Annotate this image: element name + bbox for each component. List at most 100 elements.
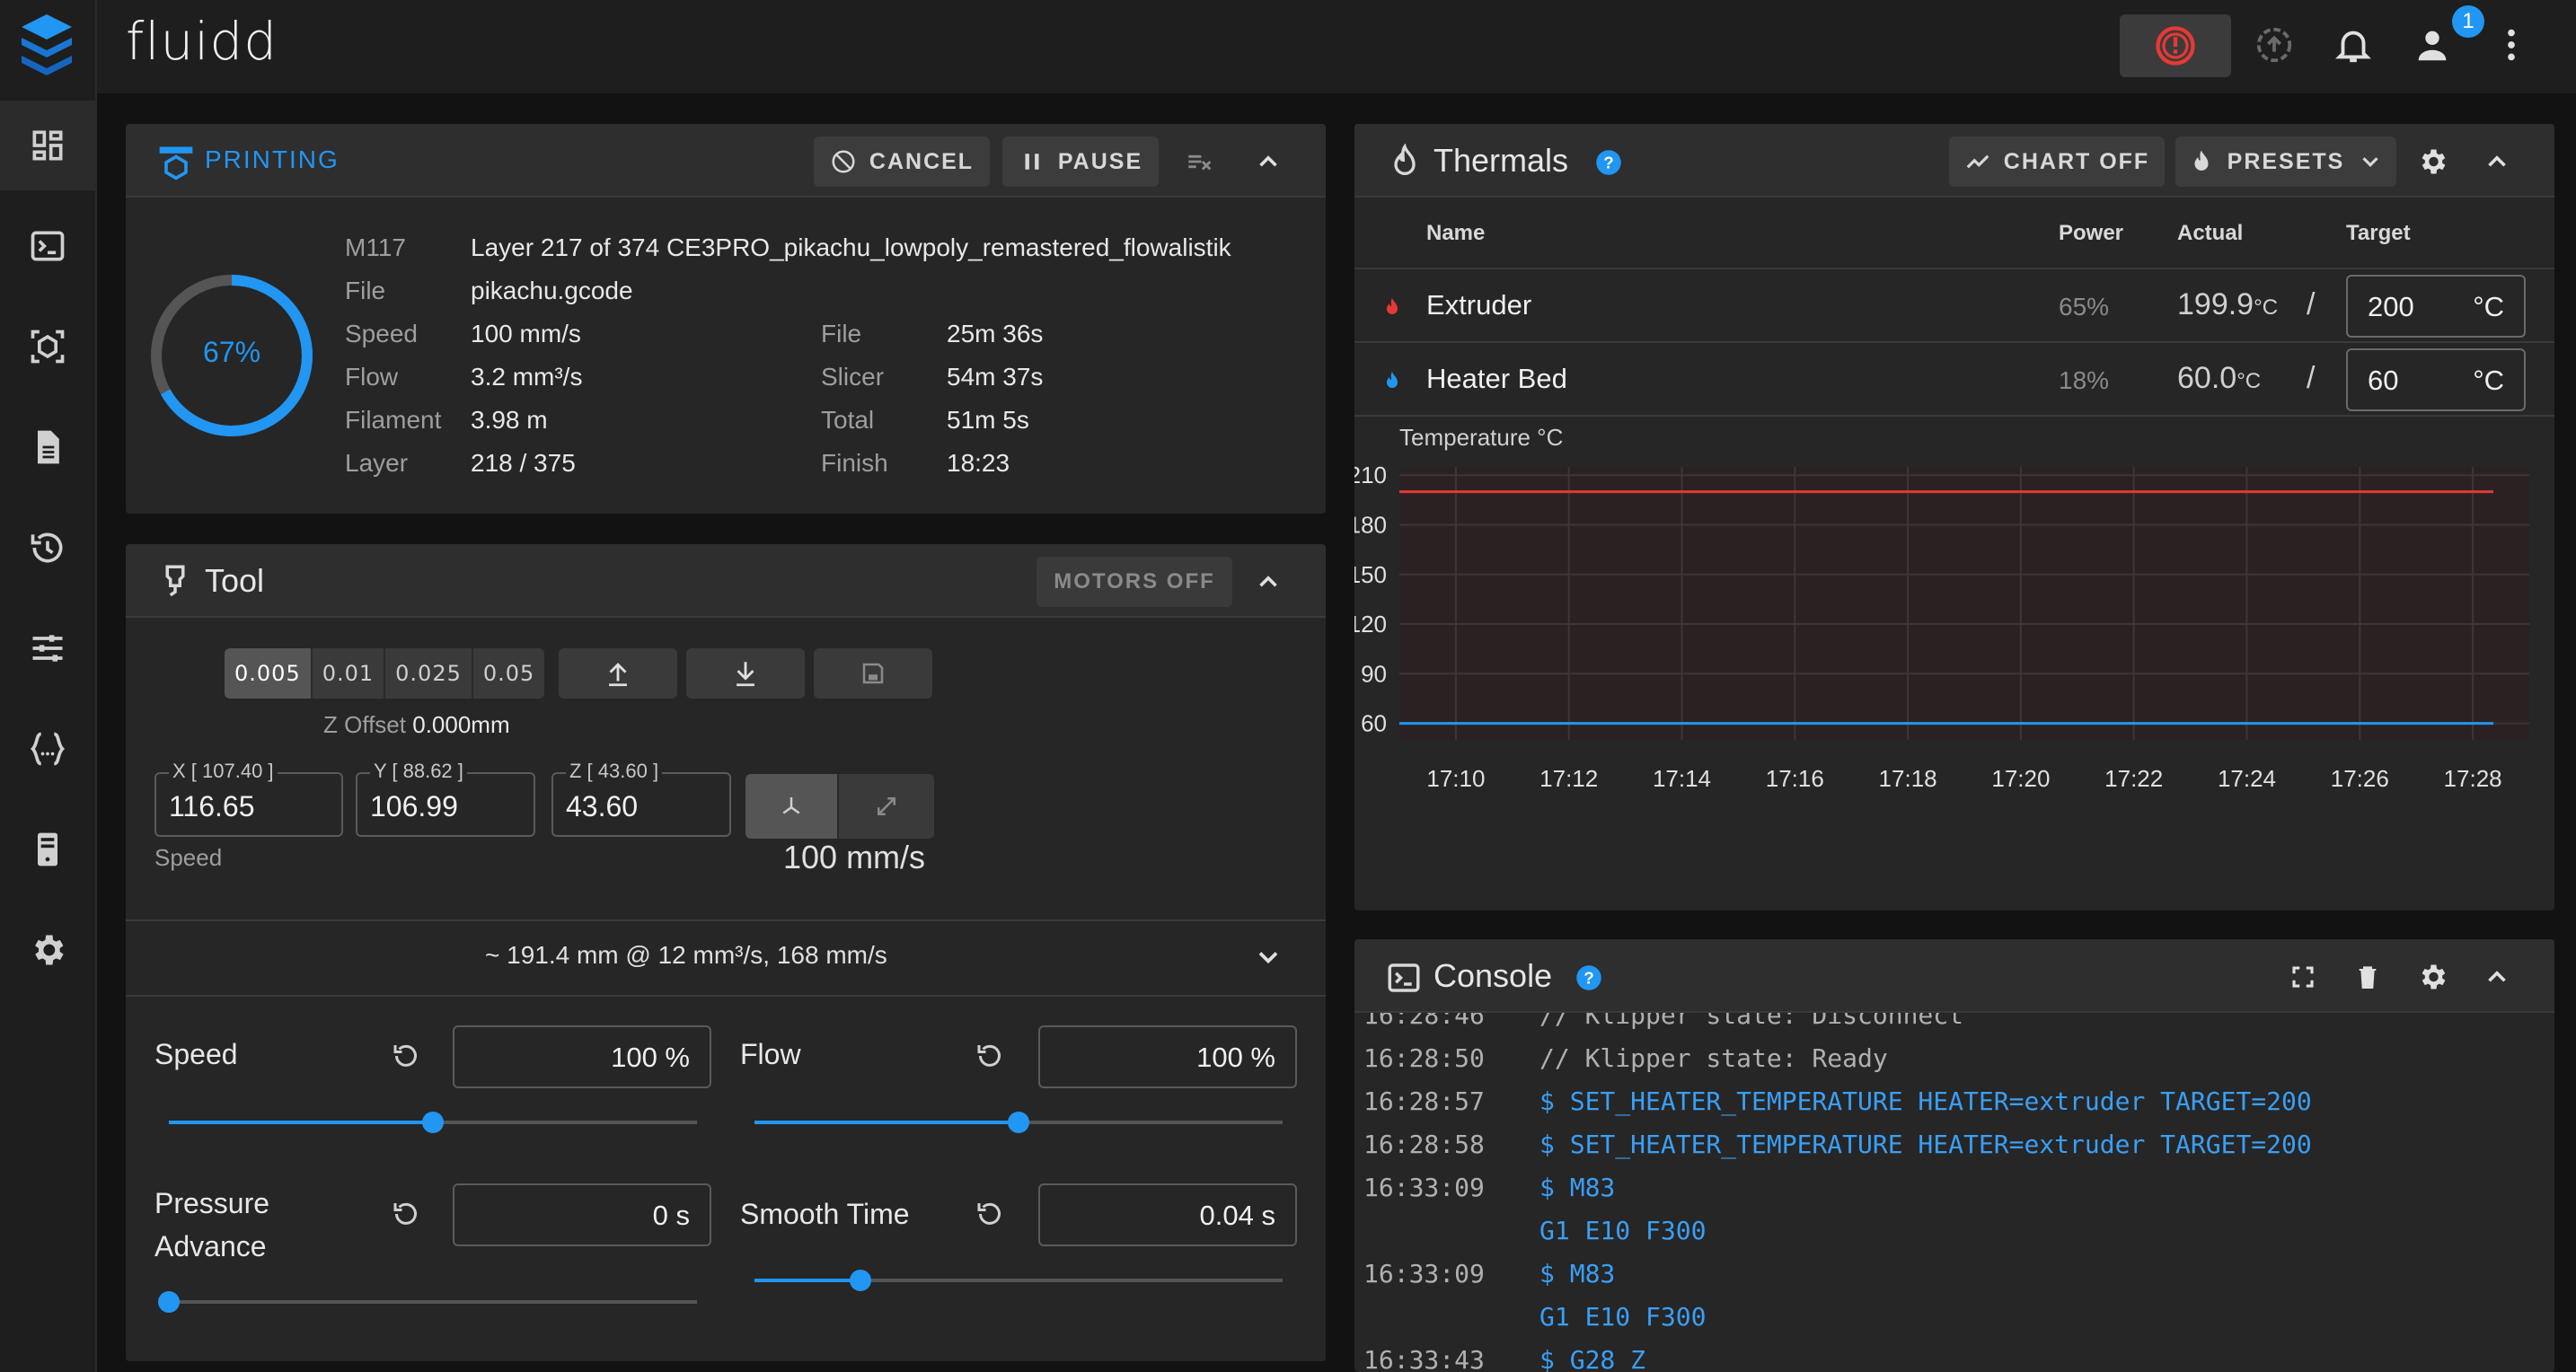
- z-up-button[interactable]: [559, 648, 677, 699]
- fluidd-logo-icon[interactable]: [16, 11, 77, 79]
- tune-icon: [32, 635, 63, 662]
- sidebar-item-tune[interactable]: [0, 603, 95, 693]
- exclude-objects-icon: [1188, 154, 1212, 171]
- sidebar-item-dashboard[interactable]: [0, 101, 95, 190]
- console-output[interactable]: 16:28:46// Klipper state: Disconnect 16:2…: [1354, 1013, 2554, 1372]
- dots-vertical-icon: [2508, 29, 2515, 61]
- console-settings-button[interactable]: [2413, 957, 2452, 997]
- col-actual-header: Actual: [2177, 221, 2244, 245]
- sidebar-item-jobs[interactable]: [0, 402, 95, 492]
- sidebar-item-history[interactable]: [0, 503, 95, 593]
- console-command[interactable]: G1 E10 F300: [1539, 1302, 1706, 1332]
- relative-move-button[interactable]: [745, 774, 839, 839]
- x-position-field[interactable]: X [ 107.40 ] 116.65: [154, 760, 343, 837]
- console-command[interactable]: $ M83: [1539, 1173, 1615, 1202]
- tool-icon: [165, 565, 185, 597]
- slider-fill: [754, 1279, 860, 1282]
- sidebar-item-system[interactable]: [0, 805, 95, 894]
- y-position-field[interactable]: Y [ 88.62 ] 106.99: [356, 760, 535, 837]
- speed-factor-slider[interactable]: [169, 1112, 697, 1133]
- more-menu-button[interactable]: [2486, 20, 2536, 70]
- console-command[interactable]: $ SET_HEATER_TEMPERATURE HEATER=extruder…: [1539, 1086, 2312, 1116]
- divider: [1354, 415, 2554, 417]
- absolute-move-button[interactable]: [839, 774, 934, 839]
- pause-print-button[interactable]: PAUSE: [1002, 136, 1159, 187]
- motors-off-button[interactable]: MOTORS OFF: [1037, 557, 1232, 607]
- exclude-objects-button[interactable]: [1180, 142, 1220, 181]
- thermals-card-header: Thermals ? CHART OFF PRESETS: [1354, 124, 2554, 198]
- bell-icon: [2335, 31, 2371, 63]
- gear-icon: [2422, 149, 2446, 174]
- sidebar-item-printer[interactable]: [0, 302, 95, 391]
- emergency-stop-icon: [2156, 26, 2195, 66]
- console-line: 16:33:43 $ G28 Z: [1363, 1345, 1645, 1372]
- save-z-offset-button[interactable]: [814, 648, 932, 699]
- heater-row-bed[interactable]: Heater Bed 18% 60.0°C / 60 °C: [1354, 343, 2554, 415]
- help-icon[interactable]: ?: [1595, 149, 1622, 176]
- svg-text:?: ?: [1603, 153, 1613, 172]
- time-slicer-label: Slicer: [821, 363, 885, 391]
- heater-row-extruder[interactable]: Extruder 65% 199.9°C / 200 °C: [1354, 269, 2554, 341]
- slider-fill: [169, 1121, 433, 1124]
- console-command[interactable]: $ SET_HEATER_TEMPERATURE HEATER=extruder…: [1539, 1130, 2312, 1159]
- reset-speed-icon[interactable]: [390, 1040, 422, 1072]
- chart-toggle-button[interactable]: CHART OFF: [1949, 136, 2165, 187]
- presets-menu-button[interactable]: PRESETS: [2175, 136, 2396, 187]
- heater-target-input[interactable]: 60 °C: [2346, 348, 2526, 411]
- macros-braces-icon: [30, 732, 66, 766]
- flow-factor-input[interactable]: 100 %: [1038, 1025, 1297, 1088]
- z-position-field[interactable]: Z [ 43.60 ] 43.60: [551, 760, 731, 837]
- z-step-option[interactable]: 0.005: [225, 648, 313, 699]
- console-line: 16:28:58 $ SET_HEATER_TEMPERATURE HEATER=…: [1363, 1130, 2312, 1159]
- heater-actual-unit: °C: [2254, 295, 2279, 320]
- sidebar-item-macros[interactable]: [0, 704, 95, 794]
- user-account-button[interactable]: [2407, 20, 2457, 70]
- console-icon: [31, 231, 65, 261]
- slider-thumb[interactable]: [422, 1112, 444, 1133]
- slider-thumb[interactable]: [1008, 1112, 1029, 1133]
- collapse-thermals-button[interactable]: [2477, 142, 2517, 181]
- flow-factor-value: 100 %: [1196, 1042, 1275, 1073]
- fullscreen-console-button[interactable]: [2283, 957, 2323, 997]
- collapse-printing-button[interactable]: [1248, 142, 1288, 181]
- heater-target-input[interactable]: 200 °C: [2346, 275, 2526, 338]
- notifications-button[interactable]: [2328, 20, 2378, 70]
- clear-console-button[interactable]: [2348, 957, 2387, 997]
- collapse-tool-button[interactable]: [1248, 562, 1288, 602]
- cloud-upload-icon: [2256, 27, 2292, 63]
- console-command[interactable]: $ M83: [1539, 1259, 1615, 1288]
- collapse-console-button[interactable]: [2477, 957, 2517, 997]
- flow-factor-slider[interactable]: [754, 1112, 1283, 1133]
- pressure-advance-input[interactable]: 0 s: [453, 1183, 711, 1246]
- x-position-legend: X [ 107.40 ]: [169, 760, 278, 783]
- smooth-time-input[interactable]: 0.04 s: [1038, 1183, 1297, 1246]
- console-command[interactable]: G1 E10 F300: [1539, 1216, 1706, 1245]
- sidebar-item-console[interactable]: [0, 201, 95, 291]
- pressure-advance-slider[interactable]: [158, 1291, 697, 1313]
- pressure-advance-label-line1: Pressure: [154, 1187, 270, 1219]
- thermals-card: Thermals ? CHART OFF PRESETS Name Power …: [1354, 124, 2554, 910]
- cancel-print-button[interactable]: CANCEL: [814, 136, 990, 187]
- sidebar-item-settings[interactable]: [0, 905, 95, 995]
- upload-status-button[interactable]: [2249, 20, 2299, 70]
- z-down-button[interactable]: [686, 648, 805, 699]
- z-step-option[interactable]: 0.05: [473, 648, 544, 699]
- console-command[interactable]: $ G28 Z: [1539, 1345, 1645, 1372]
- heater-target-value: 60: [2368, 365, 2399, 396]
- thermals-settings-button[interactable]: [2413, 142, 2452, 181]
- help-icon[interactable]: ?: [1575, 964, 1602, 991]
- reset-pressure-advance-icon[interactable]: [390, 1198, 422, 1230]
- reset-smooth-time-icon[interactable]: [974, 1198, 1006, 1230]
- heater-target-unit: °C: [2473, 291, 2504, 322]
- emergency-stop-button[interactable]: [2120, 14, 2231, 77]
- slider-thumb[interactable]: [158, 1291, 180, 1313]
- tool-card: Tool MOTORS OFF 0.005 0.01 0.025 0.05 Z …: [126, 544, 1326, 1361]
- reset-flow-icon[interactable]: [974, 1040, 1006, 1072]
- slider-thumb[interactable]: [849, 1270, 871, 1291]
- z-step-option[interactable]: 0.025: [385, 648, 473, 699]
- smooth-time-slider[interactable]: [754, 1270, 1283, 1291]
- z-step-option[interactable]: 0.01: [313, 648, 386, 699]
- extruder-panel-toggle[interactable]: ~ 191.4 mm @ 12 mm³/s, 168 mm/s: [126, 921, 1326, 995]
- time-finish-label: Finish: [821, 449, 888, 477]
- speed-factor-input[interactable]: 100 %: [453, 1025, 711, 1088]
